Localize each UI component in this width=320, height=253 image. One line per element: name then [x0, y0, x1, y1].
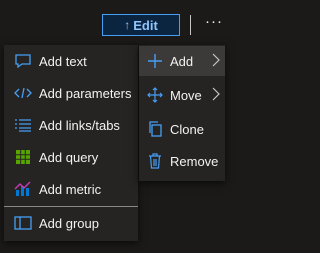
- menu-item-label: Remove: [170, 153, 219, 169]
- group-icon: [12, 214, 34, 232]
- parameters-icon: [12, 84, 34, 102]
- menu-item-remove[interactable]: Remove: [139, 146, 225, 176]
- grid-icon: [12, 148, 34, 166]
- menu-item-add-query[interactable]: Add query: [4, 142, 138, 172]
- menu-divider: [4, 206, 138, 207]
- chevron-right-icon: [212, 87, 220, 104]
- menu-item-add-parameters[interactable]: Add parameters: [4, 78, 138, 108]
- menu-item-add[interactable]: Add: [139, 46, 225, 76]
- add-submenu: Add text Add parameters Add links/tabs A…: [4, 45, 138, 241]
- menu-item-clone[interactable]: Clone: [139, 114, 225, 144]
- move-icon: [145, 86, 165, 104]
- edit-button[interactable]: ↑ Edit: [102, 14, 180, 36]
- menu-item-add-metric[interactable]: Add metric: [4, 174, 138, 204]
- menu-item-label: Add query: [39, 149, 99, 165]
- menu-item-add-text[interactable]: Add text: [4, 46, 138, 76]
- toolbar-divider: [190, 15, 191, 35]
- edit-label: Edit: [133, 17, 158, 33]
- menu-item-label: Add text: [39, 53, 87, 69]
- plus-icon: [145, 52, 165, 70]
- menu-item-move[interactable]: Move: [139, 80, 225, 110]
- up-arrow-icon: ↑: [124, 18, 131, 32]
- menu-item-add-links-tabs[interactable]: Add links/tabs: [4, 110, 138, 140]
- context-menu: Add Move Clone Remove: [139, 45, 225, 181]
- links-tabs-icon: [12, 116, 34, 134]
- menu-item-label: Clone: [170, 121, 204, 137]
- menu-item-label: Add links/tabs: [39, 117, 120, 133]
- metric-chart-icon: [12, 180, 34, 198]
- more-options-button[interactable]: ···: [205, 13, 223, 30]
- clone-icon: [145, 120, 165, 138]
- menu-item-label: Add parameters: [39, 85, 132, 101]
- menu-item-label: Add: [170, 53, 194, 69]
- chevron-right-icon: [212, 53, 220, 70]
- menu-item-label: Move: [170, 87, 202, 103]
- text-icon: [12, 52, 34, 70]
- toolbar: ↑ Edit ···: [0, 0, 240, 48]
- menu-item-label: Add group: [39, 215, 99, 231]
- trash-icon: [145, 152, 165, 170]
- menu-item-add-group[interactable]: Add group: [4, 208, 138, 238]
- menu-item-label: Add metric: [39, 181, 102, 197]
